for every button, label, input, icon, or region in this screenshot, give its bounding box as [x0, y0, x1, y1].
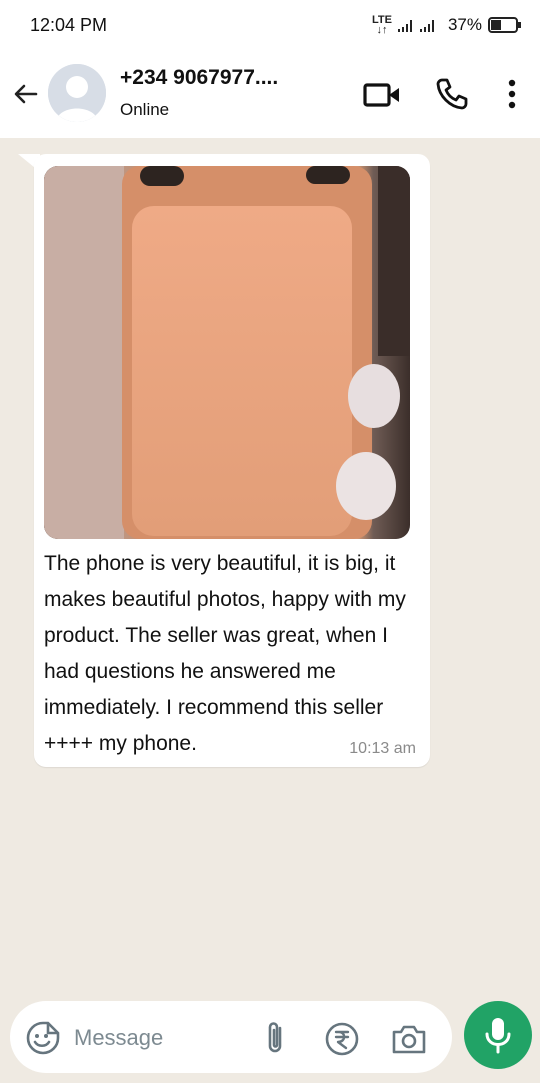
- received-message[interactable]: The phone is very beautiful, it is big, …: [34, 154, 430, 767]
- camera-icon[interactable]: [390, 1021, 428, 1057]
- phone-photo-image: [44, 166, 410, 539]
- signal-icon: [397, 20, 434, 32]
- data-arrows-icon: ↓↑: [376, 24, 388, 36]
- battery-icon: [488, 17, 521, 33]
- chat-header: +234 9067977.... Online: [0, 50, 540, 138]
- more-options-icon[interactable]: [500, 76, 524, 112]
- contact-name[interactable]: +234 9067977....: [120, 66, 278, 90]
- status-bar: 12:04 PM LTE ↓↑ 37%: [0, 0, 540, 50]
- message-timestamp: 10:13 am: [349, 740, 416, 757]
- battery-percent: 37%: [447, 15, 482, 34]
- status-indicators: LTE ↓↑ 37%: [372, 10, 522, 40]
- attachment-icon[interactable]: [260, 1019, 290, 1057]
- video-call-icon[interactable]: [362, 80, 402, 110]
- message-photo[interactable]: [44, 166, 410, 539]
- emoji-icon[interactable]: [26, 1021, 60, 1055]
- lte-icon: LTE ↓↑: [372, 15, 392, 36]
- phone-call-icon[interactable]: [434, 76, 470, 112]
- payment-icon[interactable]: [324, 1021, 360, 1057]
- avatar[interactable]: [48, 64, 106, 122]
- message-composer: [10, 1001, 452, 1073]
- voice-record-button[interactable]: [464, 1001, 532, 1069]
- contact-presence: Online: [120, 100, 170, 119]
- back-arrow-icon[interactable]: [10, 78, 42, 110]
- microphone-icon: [485, 1018, 511, 1054]
- default-avatar-icon: [48, 64, 106, 122]
- message-input[interactable]: [72, 1021, 236, 1055]
- message-text: The phone is very beautiful, it is big, …: [44, 552, 406, 755]
- status-time: 12:04 PM: [30, 15, 108, 35]
